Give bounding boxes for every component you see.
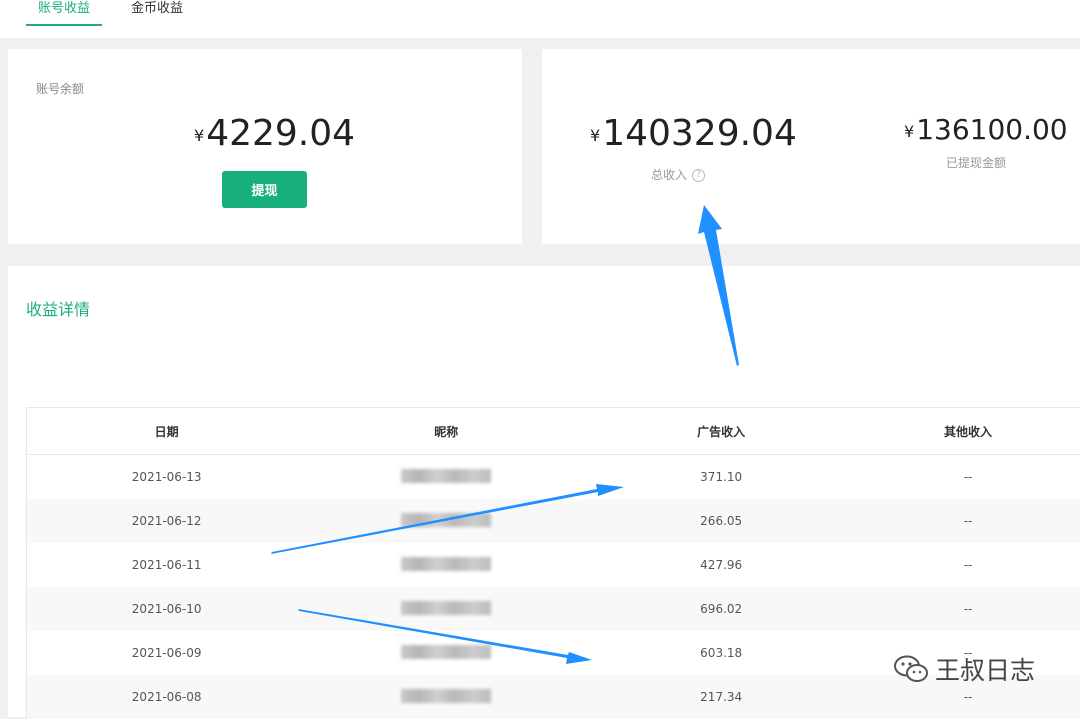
cell-date: 2021-06-08: [27, 675, 307, 719]
currency-symbol: ¥: [904, 122, 914, 141]
cell-nickname: [306, 587, 586, 631]
currency-symbol: ¥: [590, 126, 600, 145]
total-income-text: 总收入: [651, 168, 687, 182]
cell-date: 2021-06-09: [27, 631, 307, 675]
tab-coin-income[interactable]: 金币收益: [131, 0, 183, 26]
help-icon[interactable]: ?: [692, 169, 705, 182]
currency-symbol: ¥: [194, 126, 204, 145]
balance-label: 账号余额: [36, 80, 84, 97]
wechat-icon: [893, 654, 929, 684]
cell-date: 2021-06-11: [27, 543, 307, 587]
tab-account-income[interactable]: 账号收益: [38, 0, 90, 26]
column-header-other-income: 其他收入: [856, 408, 1080, 455]
table-row: 2021-06-10 696.02 --: [27, 587, 1080, 631]
cell-ad-income: 266.05: [586, 499, 856, 543]
section-title: 收益详情: [26, 296, 90, 320]
blurred-nickname: [401, 601, 491, 615]
cell-nickname: [306, 455, 586, 500]
table-header-row: 日期 昵称 广告收入 其他收入: [27, 408, 1080, 455]
cell-date: 2021-06-12: [27, 499, 307, 543]
blurred-nickname: [401, 513, 491, 527]
blurred-nickname: [401, 557, 491, 571]
balance-amount: ¥4229.04: [194, 113, 355, 154]
blurred-nickname: [401, 469, 491, 483]
blurred-nickname: [401, 645, 491, 659]
cell-date: 2021-06-10: [27, 587, 307, 631]
cell-ad-income: 427.96: [586, 543, 856, 587]
cell-other-income: --: [856, 587, 1080, 631]
cell-nickname: [306, 499, 586, 543]
cell-nickname: [306, 631, 586, 675]
tab-bar: 账号收益 金币收益: [0, 0, 1080, 38]
withdrawn-value: 136100.00: [916, 113, 1067, 146]
cell-other-income: --: [856, 543, 1080, 587]
total-income-value: 140329.04: [602, 113, 797, 154]
balance-value: 4229.04: [206, 113, 355, 154]
column-header-nickname: 昵称: [306, 408, 586, 455]
cell-ad-income: 217.34: [586, 675, 856, 719]
watermark-text: 王叔日志: [935, 651, 1035, 687]
withdraw-button[interactable]: 提现: [222, 171, 307, 208]
withdrawn-label: 已提现金额: [946, 154, 1006, 171]
watermark: 王叔日志: [893, 651, 1035, 687]
blurred-nickname: [401, 689, 491, 703]
cell-ad-income: 371.10: [586, 455, 856, 500]
column-header-date: 日期: [27, 408, 307, 455]
cell-ad-income: 603.18: [586, 631, 856, 675]
column-header-ad-income: 广告收入: [586, 408, 856, 455]
total-income-label: 总收入?: [651, 166, 705, 183]
withdrawn-amount: ¥136100.00: [904, 113, 1068, 146]
table-row: 2021-06-13 371.10 --: [27, 455, 1080, 500]
cell-other-income: --: [856, 499, 1080, 543]
table-row: 2021-06-12 266.05 --: [27, 499, 1080, 543]
cell-other-income: --: [856, 455, 1080, 500]
cell-nickname: [306, 675, 586, 719]
cell-date: 2021-06-13: [27, 455, 307, 500]
income-details-section: 收益详情 日期 昵称 广告收入 其他收入 2021-06-13 371.10 -…: [8, 266, 1080, 717]
cell-nickname: [306, 543, 586, 587]
cell-ad-income: 696.02: [586, 587, 856, 631]
table-row: 2021-06-11 427.96 --: [27, 543, 1080, 587]
total-income-amount: ¥140329.04: [590, 113, 797, 154]
